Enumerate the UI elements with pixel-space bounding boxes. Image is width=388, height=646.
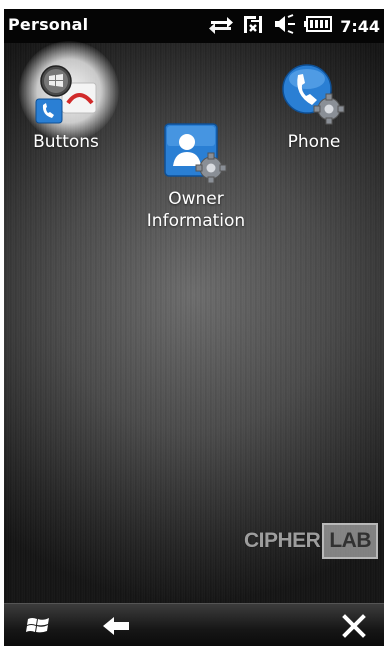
data-sync-icon[interactable] xyxy=(208,13,234,39)
close-button[interactable] xyxy=(334,610,374,642)
signal-icon[interactable] xyxy=(242,13,266,39)
status-bar: Personal 7:44 xyxy=(4,9,384,43)
app-label-owner-information: Owner Information xyxy=(146,189,246,231)
app-buttons[interactable]: Buttons xyxy=(6,41,126,153)
back-arrow-icon xyxy=(103,617,129,635)
start-button[interactable] xyxy=(18,610,58,642)
volume-icon[interactable] xyxy=(274,13,296,39)
device-screen: Personal 7:44 Buttons Owner Information … xyxy=(4,9,384,646)
close-icon xyxy=(342,614,366,638)
watermark-left: CIPHER xyxy=(243,529,321,552)
buttons-app-icon xyxy=(34,63,98,127)
watermark-right: LAB xyxy=(322,523,378,559)
desktop-area: Buttons Owner Information Phone CIPHER L… xyxy=(4,41,384,603)
back-button[interactable] xyxy=(96,610,136,642)
app-owner-information[interactable]: Owner Information xyxy=(136,120,256,232)
app-phone[interactable]: Phone xyxy=(254,63,374,153)
cipherlab-watermark: CIPHER LAB xyxy=(244,521,378,561)
status-icons: 7:44 xyxy=(208,14,380,38)
taskbar xyxy=(4,603,384,646)
phone-settings-app-icon xyxy=(282,63,346,127)
start-icon xyxy=(26,618,49,633)
owner-information-app-icon xyxy=(164,120,228,184)
app-label-phone: Phone xyxy=(287,132,341,152)
battery-icon[interactable] xyxy=(304,15,333,37)
status-title[interactable]: Personal xyxy=(8,15,88,34)
status-time[interactable]: 7:44 xyxy=(340,17,380,36)
